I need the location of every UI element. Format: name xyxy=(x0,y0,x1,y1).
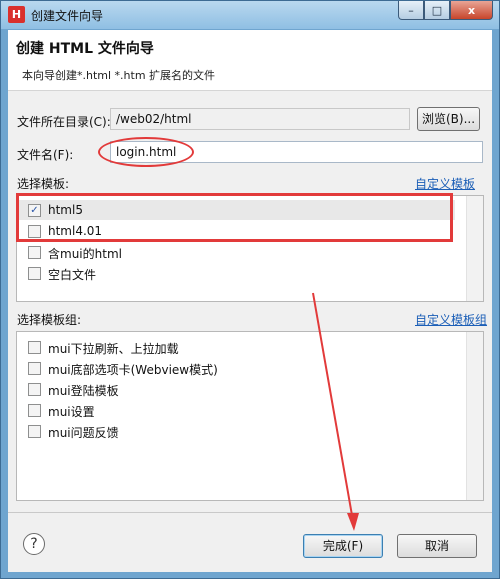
checkbox[interactable] xyxy=(28,425,41,438)
dialog-client-area: 创建 HTML 文件向导 本向导创建*.html *.htm 扩展名的文件 文件… xyxy=(8,30,492,572)
cancel-button[interactable]: 取消 xyxy=(397,534,477,558)
template-item-blank[interactable]: 空白文件 xyxy=(19,263,455,283)
close-button[interactable]: x xyxy=(450,1,493,20)
page-description: 本向导创建*.html *.htm 扩展名的文件 xyxy=(22,69,216,82)
template-group-list-scrollbar[interactable] xyxy=(466,332,483,500)
template-group-item[interactable]: mui问题反馈 xyxy=(19,421,455,441)
template-group-item-label: mui问题反馈 xyxy=(48,426,119,440)
checkbox[interactable] xyxy=(28,246,41,259)
template-item-mui-html[interactable]: 含mui的html xyxy=(19,242,455,262)
footer-divider xyxy=(8,512,492,513)
custom-template-link[interactable]: 自定义模板 xyxy=(415,175,475,192)
template-list-scrollbar[interactable] xyxy=(466,196,483,301)
template-group-item-label: mui下拉刷新、上拉加载 xyxy=(48,342,179,356)
checkbox[interactable] xyxy=(28,341,41,354)
checkbox[interactable] xyxy=(28,383,41,396)
template-item-label: 含mui的html xyxy=(48,247,122,261)
window-title: 创建文件向导 xyxy=(31,9,104,23)
finish-button[interactable]: 完成(F) xyxy=(303,534,383,558)
help-icon[interactable]: ? xyxy=(23,533,45,555)
annotation-rectangle xyxy=(16,193,453,242)
title-bar[interactable]: H 创建文件向导 – □ x xyxy=(1,1,499,29)
template-item-label: 空白文件 xyxy=(48,268,97,282)
template-group-item[interactable]: mui设置 xyxy=(19,400,455,420)
checkbox[interactable] xyxy=(28,404,41,417)
template-group-item-label: mui底部选项卡(Webview模式) xyxy=(48,363,218,377)
wizard-window: H 创建文件向导 – □ x 创建 HTML 文件向导 本向导创建*.html … xyxy=(0,0,500,579)
page-title: 创建 HTML 文件向导 xyxy=(16,41,154,57)
template-groups-label: 选择模板组: xyxy=(17,313,82,327)
browse-button[interactable]: 浏览(B)... xyxy=(417,107,480,131)
template-group-item-label: mui设置 xyxy=(48,405,95,419)
filename-label: 文件名(F): xyxy=(17,148,74,162)
template-group-item[interactable]: mui下拉刷新、上拉加载 xyxy=(19,337,455,357)
wizard-header: 创建 HTML 文件向导 本向导创建*.html *.htm 扩展名的文件 xyxy=(8,30,492,91)
checkbox[interactable] xyxy=(28,267,41,280)
annotation-ellipse xyxy=(98,137,194,167)
template-group-item-label: mui登陆模板 xyxy=(48,384,119,398)
template-group-list[interactable]: mui下拉刷新、上拉加载 mui底部选项卡(Webview模式) mui登陆模板… xyxy=(16,331,484,501)
checkbox[interactable] xyxy=(28,362,41,375)
directory-label: 文件所在目录(C): xyxy=(17,115,111,129)
custom-template-group-link[interactable]: 自定义模板组 xyxy=(415,311,487,328)
templates-label: 选择模板: xyxy=(17,177,70,191)
maximize-button[interactable]: □ xyxy=(424,1,450,20)
hbuilder-app-icon: H xyxy=(8,6,25,23)
directory-field[interactable]: /web02/html xyxy=(110,108,410,130)
window-controls: – □ x xyxy=(398,1,493,21)
template-group-item[interactable]: mui底部选项卡(Webview模式) xyxy=(19,358,455,378)
template-group-item[interactable]: mui登陆模板 xyxy=(19,379,455,399)
minimize-button[interactable]: – xyxy=(398,1,424,20)
